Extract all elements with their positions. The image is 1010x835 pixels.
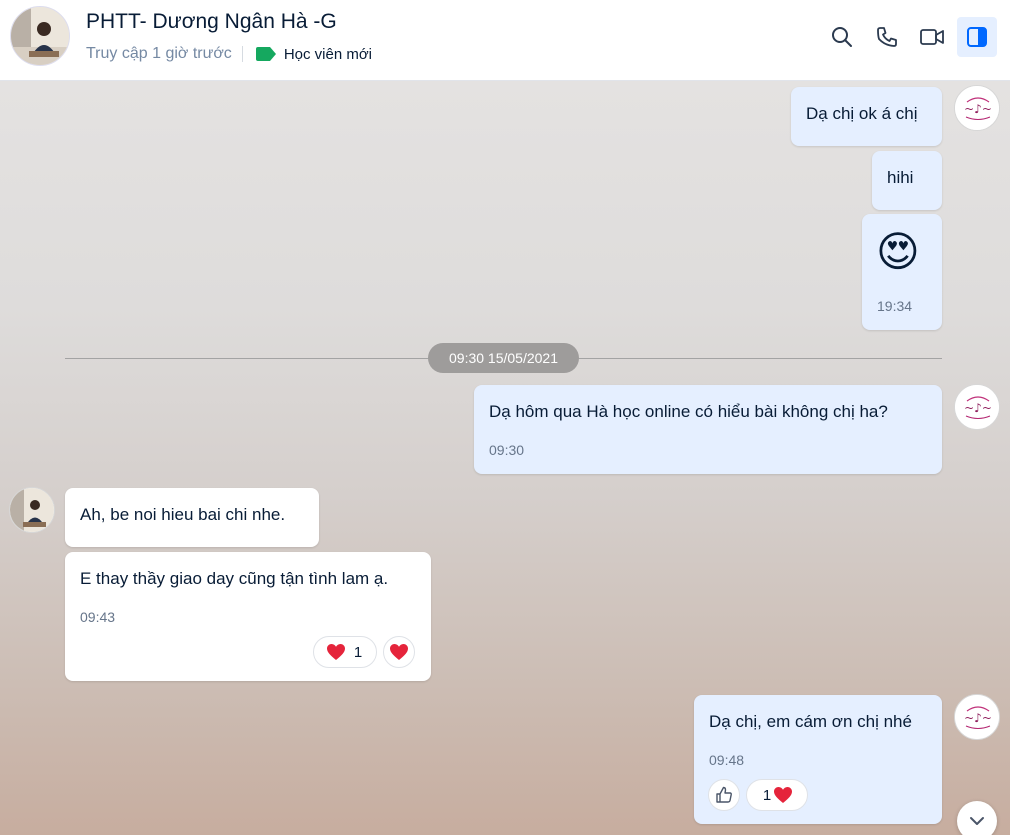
contact-avatar[interactable] (10, 6, 70, 66)
video-call-button[interactable] (912, 17, 952, 57)
label-tag-icon[interactable] (255, 47, 277, 61)
contact-avatar-small[interactable] (9, 487, 55, 533)
label-tag-text[interactable]: Học viên mới (284, 46, 372, 63)
svg-text:~♪~: ~♪~ (964, 711, 992, 725)
message-bubble[interactable]: Dạ chị ok á chị (791, 87, 942, 146)
svg-text:~♪~: ~♪~ (964, 401, 992, 415)
message-text: Dạ chị, em cám ơn chị nhé (709, 712, 912, 731)
message-time: 19:34 (877, 298, 913, 314)
chat-header: PHTT- Dương Ngân Hà -G Truy cập 1 giờ tr… (0, 0, 1010, 81)
message-time: 09:30 (489, 442, 525, 458)
message-time: 09:43 (80, 609, 116, 625)
reaction-count: 1 (353, 643, 363, 661)
heart-icon (326, 644, 345, 660)
conversation-info-toggle[interactable] (957, 17, 997, 57)
contact-status-row: Truy cập 1 giờ trước Học viên mới (86, 45, 372, 63)
message-list[interactable]: ~♪~ Dạ chị ok á chị hihi 😍 19:34 09:30 1… (0, 81, 1010, 835)
heart-icon (390, 644, 408, 660)
contact-name: PHTT- Dương Ngân Hà -G (86, 10, 337, 33)
heart-icon (774, 787, 793, 803)
message-text: Ah, be noi hieu bai chi nhe. (80, 505, 286, 524)
message-text: Dạ hôm qua Hà học online có hiểu bài khô… (489, 402, 888, 421)
video-call-icon (920, 29, 944, 45)
svg-text:~♪~: ~♪~ (964, 102, 992, 116)
message-bubble[interactable]: Ah, be noi hieu bai chi nhe. (65, 488, 319, 547)
chevron-down-icon (970, 817, 984, 825)
last-seen-text: Truy cập 1 giờ trước (86, 45, 232, 62)
like-button[interactable] (708, 779, 740, 811)
voice-call-button[interactable] (867, 17, 907, 57)
status-separator (241, 46, 243, 62)
react-button[interactable] (383, 636, 415, 668)
message-text: hihi (887, 168, 914, 187)
my-avatar[interactable]: ~♪~ (954, 85, 1000, 131)
reaction-count: 1 (762, 786, 772, 804)
message-bubble[interactable]: Dạ chị, em cám ơn chị nhé 09:48 1 (694, 695, 942, 824)
message-bubble[interactable]: Dạ hôm qua Hà học online có hiểu bài khô… (474, 385, 942, 474)
reaction-summary[interactable]: 1 (746, 779, 808, 811)
search-button[interactable] (822, 17, 862, 57)
scroll-to-bottom-button[interactable] (957, 801, 997, 835)
message-bubble[interactable]: E thay thầy giao day cũng tận tình lam ạ… (65, 552, 431, 681)
search-icon (832, 27, 852, 47)
message-text: Dạ chị ok á chị (806, 104, 918, 123)
message-time: 09:48 (709, 752, 745, 768)
my-avatar[interactable]: ~♪~ (954, 384, 1000, 430)
message-bubble[interactable]: hihi (872, 151, 942, 210)
phone-icon (877, 27, 897, 47)
toggle-sidebar-icon (967, 27, 987, 47)
heart-eyes-emoji: 😍 (876, 227, 920, 276)
date-divider: 09:30 15/05/2021 (428, 343, 579, 373)
emoji-message-bubble[interactable]: 😍 19:34 (862, 214, 942, 330)
reaction-summary[interactable]: 1 (313, 636, 377, 668)
message-text: E thay thầy giao day cũng tận tình lam ạ… (80, 569, 389, 588)
my-avatar[interactable]: ~♪~ (954, 694, 1000, 740)
thumbs-up-icon (716, 786, 732, 803)
